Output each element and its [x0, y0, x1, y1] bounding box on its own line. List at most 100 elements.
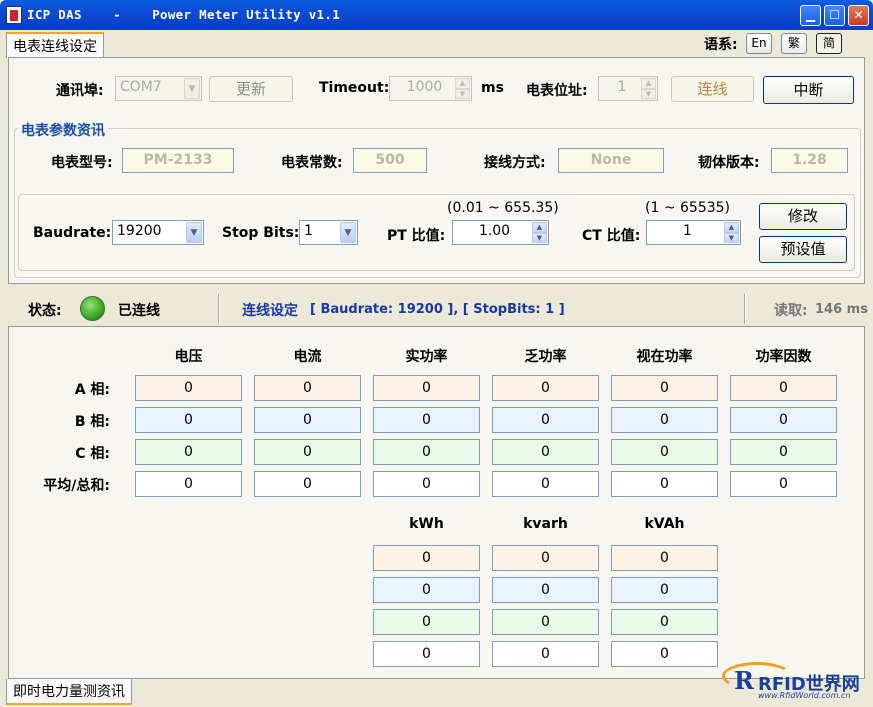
row-label-phase-c: C 相:: [75, 446, 110, 462]
tab-realtime-measurement[interactable]: 即时电力量测资讯: [6, 679, 132, 705]
energy-b-kwh: 0: [373, 577, 480, 603]
maximize-icon[interactable]: ☐: [824, 5, 845, 26]
ct-spinner[interactable]: 1 ▲ ▼: [646, 220, 741, 245]
energy-total-kvarh: 0: [492, 641, 599, 667]
status-divider: [744, 294, 746, 324]
rfid-watermark-logo: R RFID世界网 www.RfidWorld.com.cn: [722, 658, 870, 702]
pt-value: 1.00: [478, 223, 511, 239]
col-header-kwh: kWh: [409, 516, 444, 532]
baudrate-select[interactable]: 19200 ▼: [112, 220, 204, 245]
cell-b-voltage: 0: [135, 407, 242, 433]
disconnect-button[interactable]: 中断: [763, 76, 854, 104]
energy-b-kvah: 0: [611, 577, 718, 603]
spin-down-icon[interactable]: ▼: [641, 88, 656, 99]
read-label: 读取:: [774, 303, 808, 319]
port-label: 通讯埠:: [56, 83, 104, 99]
constant-field: 500: [353, 148, 427, 173]
energy-total-kwh: 0: [373, 641, 480, 667]
cell-c-apparent-power: 0: [611, 439, 718, 465]
cell-c-reactive-power: 0: [492, 439, 599, 465]
row-label-average-total: 平均/总和:: [43, 478, 110, 494]
conn-settings-title: 连线设定: [242, 303, 298, 319]
conn-settings-detail: [ Baudrate: 19200 ], [ StopBits: 1 ]: [310, 302, 565, 317]
timeout-value: 1000: [406, 79, 443, 95]
constant-label: 电表常数:: [281, 155, 343, 171]
col-header-reactive-power: 乏功率: [524, 349, 567, 365]
app-icon: [6, 6, 22, 24]
cell-a-reactive-power: 0: [492, 375, 599, 401]
energy-c-kwh: 0: [373, 609, 480, 635]
stopbits-label: Stop Bits:: [222, 225, 300, 241]
timeout-label: Timeout:: [319, 80, 390, 96]
pt-spinner[interactable]: 1.00 ▲ ▼: [452, 220, 549, 245]
model-label: 电表型号:: [51, 155, 113, 171]
connection-indicator-icon: [80, 296, 105, 321]
cell-c-active-power: 0: [373, 439, 480, 465]
spin-up-icon[interactable]: ▲: [641, 78, 656, 89]
address-spinner[interactable]: 1 ▲ ▼: [598, 76, 658, 101]
close-icon[interactable]: ✕: [848, 5, 869, 26]
energy-c-kvah: 0: [611, 609, 718, 635]
spin-down-icon[interactable]: ▼: [455, 88, 470, 99]
lang-en-button[interactable]: En: [746, 33, 772, 54]
cell-total-voltage: 0: [135, 471, 242, 497]
cell-a-power-factor: 0: [730, 375, 837, 401]
cell-b-active-power: 0: [373, 407, 480, 433]
energy-a-kvah: 0: [611, 545, 718, 571]
watermark-url: www.RfidWorld.com.cn: [758, 691, 851, 700]
cell-c-current: 0: [254, 439, 361, 465]
energy-a-kwh: 0: [373, 545, 480, 571]
col-header-kvarh: kvarh: [523, 516, 568, 532]
spin-up-icon[interactable]: ▲: [724, 222, 739, 233]
tab-connection-settings[interactable]: 电表连线设定: [6, 32, 104, 58]
timeout-spinner[interactable]: 1000 ▲ ▼: [389, 76, 472, 101]
cell-a-apparent-power: 0: [611, 375, 718, 401]
ct-label: CT 比值:: [582, 228, 641, 244]
port-select[interactable]: COM7 ▼: [115, 76, 202, 101]
stopbits-select[interactable]: 1 ▼: [299, 220, 358, 245]
connect-button[interactable]: 连线: [671, 76, 754, 102]
wiring-label: 接线方式:: [484, 155, 546, 171]
default-button[interactable]: 预设值: [759, 236, 847, 263]
stopbits-value: 1: [304, 223, 313, 239]
status-label: 状态:: [28, 303, 62, 319]
cell-c-power-factor: 0: [730, 439, 837, 465]
col-header-active-power: 实功率: [405, 349, 448, 365]
lang-simplified-button[interactable]: 简: [816, 33, 842, 54]
lang-traditional-button[interactable]: 繁: [781, 33, 807, 54]
energy-total-kvah: 0: [611, 641, 718, 667]
cell-total-power-factor: 0: [730, 471, 837, 497]
cell-b-current: 0: [254, 407, 361, 433]
wiring-field: None: [558, 148, 664, 173]
col-header-power-factor: 功率因数: [755, 349, 812, 365]
address-value: 1: [617, 79, 627, 95]
model-field: PM-2133: [122, 148, 234, 173]
status-divider: [218, 294, 220, 324]
cell-a-active-power: 0: [373, 375, 480, 401]
cell-c-voltage: 0: [135, 439, 242, 465]
minimize-icon[interactable]: ▁: [800, 5, 821, 26]
language-label: 语系:: [704, 37, 738, 53]
chevron-down-icon: ▼: [184, 78, 200, 99]
col-header-voltage: 电压: [174, 349, 203, 365]
energy-c-kvarh: 0: [492, 609, 599, 635]
read-value: 146 ms: [815, 302, 868, 317]
cell-total-current: 0: [254, 471, 361, 497]
spin-up-icon[interactable]: ▲: [455, 78, 470, 89]
firmware-field: 1.28: [771, 148, 848, 173]
status-state: 已连线: [118, 303, 160, 319]
col-header-apparent-power: 视在功率: [636, 349, 693, 365]
window-title: ICP DAS - Power Meter Utility v1.1: [27, 7, 341, 22]
spin-down-icon[interactable]: ▼: [724, 232, 739, 243]
cell-total-active-power: 0: [373, 471, 480, 497]
cell-b-apparent-power: 0: [611, 407, 718, 433]
spin-up-icon[interactable]: ▲: [532, 222, 547, 233]
refresh-button[interactable]: 更新: [209, 76, 293, 102]
energy-a-kvarh: 0: [492, 545, 599, 571]
row-label-phase-a: A 相:: [74, 382, 110, 398]
modify-button[interactable]: 修改: [759, 203, 847, 230]
spin-down-icon[interactable]: ▼: [532, 232, 547, 243]
timeout-unit: ms: [481, 80, 504, 96]
address-label: 电表位址:: [526, 83, 588, 99]
pt-range: (0.01 ~ 655.35): [447, 200, 559, 216]
